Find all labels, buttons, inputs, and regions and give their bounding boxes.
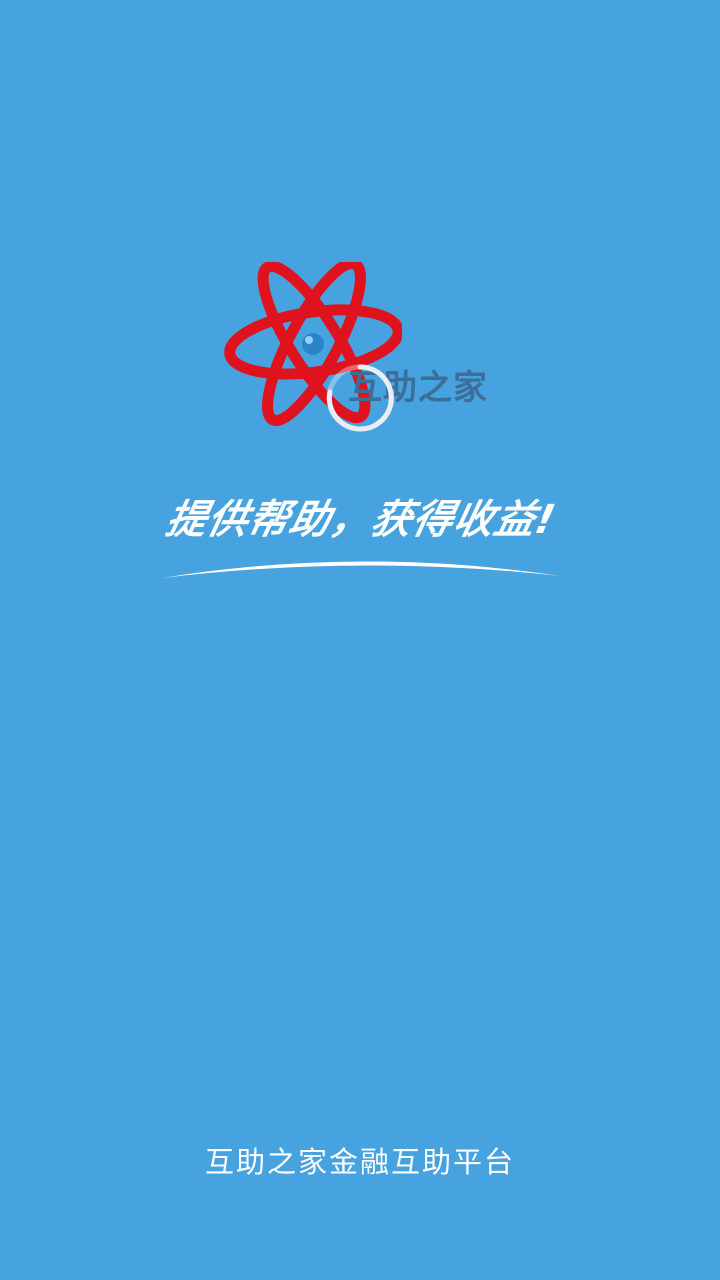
swoosh-divider xyxy=(162,561,560,578)
loading-spinner-icon xyxy=(326,364,394,432)
splash-screen: 互助之家 提供帮助，获得收益! 互助之家金融互助平台 xyxy=(0,0,720,1280)
slogan: 提供帮助，获得收益! xyxy=(161,497,561,543)
footer-tagline: 互助之家金融互助平台 xyxy=(204,1145,515,1179)
